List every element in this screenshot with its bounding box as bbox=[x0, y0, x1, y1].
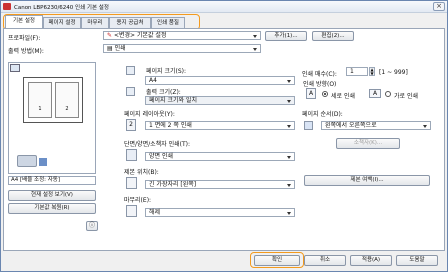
copies-range: [1 ~ 999] bbox=[379, 69, 408, 76]
output-size-label: 출력 크기(Z): bbox=[146, 89, 181, 96]
printer-app-icon bbox=[3, 3, 11, 10]
page-layout-icon: 2 bbox=[126, 119, 136, 131]
close-button[interactable]: × bbox=[433, 2, 445, 11]
layout-preview: 1 2 bbox=[8, 62, 96, 174]
page-order-icon bbox=[304, 121, 313, 130]
booklet-button[interactable]: 소책자(K)... bbox=[336, 138, 400, 149]
preview-caption: A4 [배율 조정: 자동] bbox=[8, 176, 96, 185]
portrait-radio[interactable] bbox=[322, 91, 328, 97]
window-title: Canon LBP6230/6240 인쇄 기본 설정 bbox=[14, 5, 109, 11]
duplex-icon bbox=[39, 158, 47, 166]
portrait-label: 세로 인쇄 bbox=[331, 93, 355, 100]
page-order-select[interactable]: 왼쪽에서 오른쪽으로 bbox=[321, 121, 431, 130]
page-order-label: 페이지 순서(D): bbox=[302, 111, 343, 118]
duplex-mode-icon bbox=[126, 149, 137, 161]
landscape-label: 가로 인쇄 bbox=[394, 93, 418, 100]
printer-device-icon bbox=[17, 155, 37, 167]
finishing-label: 마무리(E): bbox=[124, 197, 152, 204]
preview-sheet: 1 2 bbox=[23, 77, 83, 123]
output-size-select[interactable]: 페이지 크기와 일치 bbox=[145, 96, 295, 105]
printer-icon: ▤ bbox=[107, 45, 113, 52]
ok-highlight bbox=[250, 252, 304, 268]
info-button[interactable]: ⓘ bbox=[86, 221, 98, 231]
profile-select[interactable]: ✎ <변경> 기본값 설정 bbox=[103, 31, 261, 40]
landscape-icon: A bbox=[369, 89, 381, 98]
preview-toggle-icon[interactable] bbox=[10, 64, 20, 72]
restore-defaults-button[interactable]: 기본값 복원(R) bbox=[8, 203, 96, 214]
binding-margin-button[interactable]: 제본 여백(I)... bbox=[304, 175, 430, 186]
cancel-button[interactable]: 취소 bbox=[304, 255, 346, 266]
finishing-icon bbox=[126, 205, 137, 217]
help-button[interactable]: 도움말 bbox=[396, 255, 438, 266]
orientation-label: 인쇄 방향(O) bbox=[303, 81, 337, 88]
output-method-label: 출력 방법(M): bbox=[8, 48, 44, 55]
page-size-icon bbox=[126, 66, 135, 75]
preview-page-1: 1 bbox=[28, 82, 52, 118]
output-size-icon bbox=[126, 87, 135, 96]
pencil-icon: ✎ bbox=[107, 32, 113, 39]
finishing-select[interactable]: 해제 bbox=[145, 208, 295, 217]
binding-label: 제본 위치(B): bbox=[124, 169, 159, 176]
binding-icon bbox=[126, 177, 137, 189]
profile-label: 프로파일(F): bbox=[8, 35, 41, 42]
preview-page-2: 2 bbox=[55, 82, 79, 118]
apply-button[interactable]: 적용(A) bbox=[350, 255, 392, 266]
edit-profile-button[interactable]: 편집(2)... bbox=[312, 31, 354, 41]
copies-input[interactable]: 1 bbox=[346, 67, 368, 76]
page-size-label: 페이지 크기(S): bbox=[146, 68, 187, 75]
page-layout-label: 페이지 레이아웃(Y): bbox=[124, 111, 175, 118]
add-profile-button[interactable]: 추가(1)... bbox=[265, 31, 307, 41]
binding-select[interactable]: 긴 가장자리 [왼쪽] bbox=[145, 180, 295, 189]
page-layout-select[interactable]: 1 면에 2 쪽 인쇄 bbox=[145, 121, 295, 130]
output-method-select[interactable]: ▤ 인쇄 bbox=[103, 44, 261, 53]
copies-label: 인쇄 매수(C): bbox=[302, 71, 337, 78]
page-size-select[interactable]: A4 bbox=[145, 76, 295, 85]
portrait-icon: A bbox=[306, 88, 316, 99]
copies-spinner[interactable]: ▲ ▼ bbox=[369, 67, 375, 76]
view-current-settings-button[interactable]: 현재 설정 보기(V) bbox=[8, 190, 96, 201]
duplex-select[interactable]: 양면 인쇄 bbox=[145, 152, 295, 161]
landscape-radio[interactable] bbox=[385, 91, 391, 97]
duplex-label: 단면/양면/소책자 인쇄(T): bbox=[124, 141, 190, 148]
